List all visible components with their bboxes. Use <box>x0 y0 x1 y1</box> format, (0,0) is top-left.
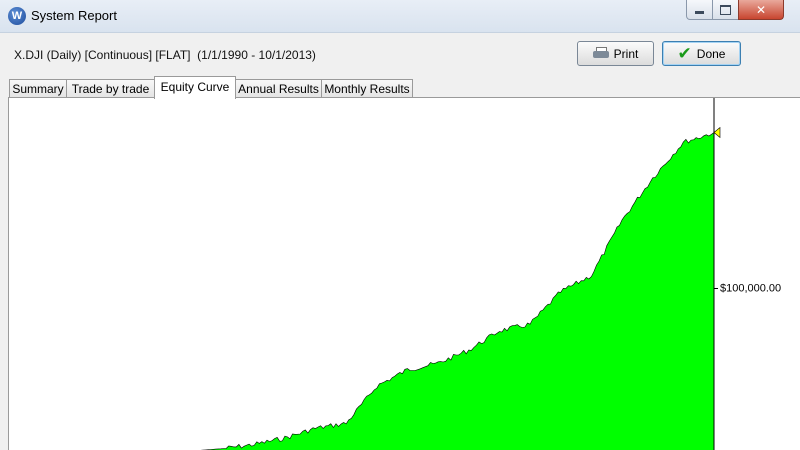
printer-icon <box>592 47 609 60</box>
title-bar: W System Report ✕ <box>0 0 800 33</box>
done-label: Done <box>696 46 726 61</box>
tab-equity-curve[interactable]: Equity Curve <box>154 76 236 99</box>
maximize-button[interactable] <box>712 0 739 20</box>
equity-curve-chart: $100,000.00 <box>200 98 781 450</box>
minimize-button[interactable] <box>686 0 713 20</box>
minimize-icon <box>695 11 704 14</box>
close-button[interactable]: ✕ <box>738 0 784 20</box>
print-button[interactable]: Print <box>577 41 654 66</box>
tab-summary[interactable]: Summary <box>9 79 67 98</box>
equity-curve-panel: $100,000.00 <box>8 97 800 450</box>
equity-area <box>204 132 714 450</box>
last-value-marker <box>713 126 721 139</box>
tab-annual-results[interactable]: Annual Results <box>235 79 322 98</box>
tab-monthly-results[interactable]: Monthly Results <box>321 79 413 98</box>
tab-trade-by-trade[interactable]: Trade by trade <box>66 79 155 98</box>
report-info: X.DJI (Daily) [Continuous] [FLAT] (1/1/1… <box>14 48 316 62</box>
print-label: Print <box>613 46 639 61</box>
close-icon: ✕ <box>755 2 767 17</box>
checkmark-icon: ✔ <box>677 44 692 63</box>
done-button[interactable]: ✔ Done <box>662 41 741 66</box>
window-title: System Report <box>31 8 117 23</box>
y-tick-label: $100,000.00 <box>720 282 781 294</box>
maximize-icon <box>720 4 731 15</box>
app-logo-icon: W <box>8 7 26 25</box>
